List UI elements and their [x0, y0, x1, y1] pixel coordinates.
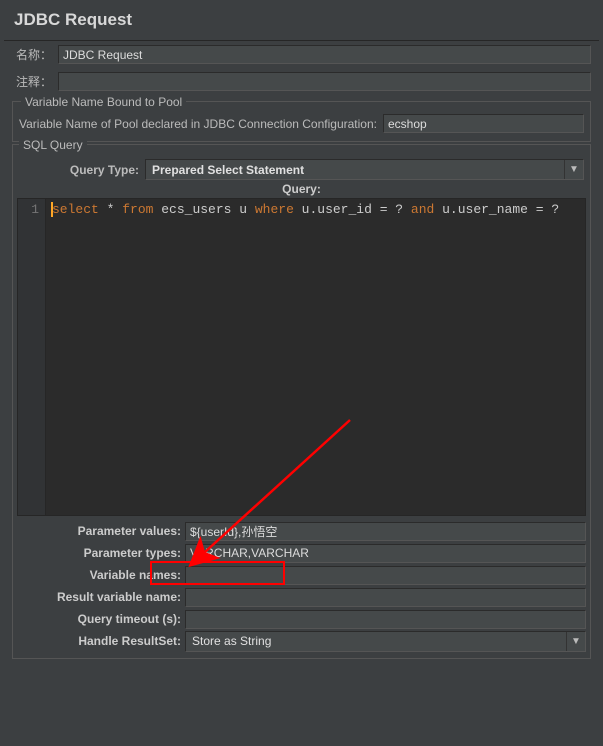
text-cursor — [51, 202, 53, 217]
pool-label: Variable Name of Pool declared in JDBC C… — [19, 117, 377, 131]
pool-legend: Variable Name Bound to Pool — [21, 95, 186, 109]
var-names-label: Variable names: — [17, 568, 185, 582]
sql-table: ecs_users u — [153, 202, 254, 217]
sql-keyword-select: select — [52, 202, 99, 217]
query-timeout-input[interactable] — [185, 610, 586, 629]
param-values-row: Parameter values: — [17, 520, 586, 542]
comment-label: 注释： — [16, 73, 52, 90]
query-type-row: Query Type: Prepared Select Statement ▼ — [17, 159, 586, 180]
query-label: Query: — [17, 180, 586, 198]
sql-editor[interactable]: 1 select * from ecs_users u where u.user… — [17, 198, 586, 516]
sql-cond1: u.user_id = ? — [294, 202, 411, 217]
sql-fieldset: SQL Query Query Type: Prepared Select St… — [12, 144, 591, 659]
param-types-row: Parameter types: — [17, 542, 586, 564]
handle-rs-label: Handle ResultSet: — [17, 634, 185, 648]
query-type-label: Query Type: — [19, 163, 139, 177]
pool-fieldset: Variable Name Bound to Pool Variable Nam… — [12, 101, 591, 142]
pool-name-input[interactable] — [383, 114, 584, 133]
result-var-input[interactable] — [185, 588, 586, 607]
comment-row: 注释： — [4, 68, 599, 95]
param-types-input[interactable] — [185, 544, 586, 563]
sql-keyword-from: from — [122, 202, 153, 217]
sql-legend: SQL Query — [19, 138, 87, 152]
chevron-down-icon[interactable]: ▼ — [564, 160, 583, 179]
name-input[interactable] — [58, 45, 591, 64]
sql-keyword-and: and — [411, 202, 434, 217]
query-timeout-label: Query timeout (s): — [17, 612, 185, 626]
line-number: 1 — [18, 202, 39, 217]
query-timeout-row: Query timeout (s): — [17, 608, 586, 630]
comment-input[interactable] — [58, 72, 591, 91]
sql-keyword-where: where — [255, 202, 294, 217]
result-var-label: Result variable name: — [17, 590, 185, 604]
name-label: 名称： — [16, 46, 52, 63]
param-values-input[interactable] — [185, 522, 586, 541]
handle-rs-combo[interactable]: Store as String ▼ — [185, 631, 586, 652]
query-type-combo[interactable]: Prepared Select Statement ▼ — [145, 159, 584, 180]
param-table: Parameter values: Parameter types: Varia… — [17, 520, 586, 652]
panel-title: JDBC Request — [4, 4, 599, 41]
handle-rs-row: Handle ResultSet: Store as String ▼ — [17, 630, 586, 652]
param-types-label: Parameter types: — [17, 546, 185, 560]
param-values-label: Parameter values: — [17, 524, 185, 538]
sql-star: * — [99, 202, 122, 217]
handle-rs-value: Store as String — [186, 634, 566, 648]
chevron-down-icon[interactable]: ▼ — [566, 632, 585, 651]
editor-content[interactable]: select * from ecs_users u where u.user_i… — [46, 199, 585, 515]
var-names-row: Variable names: — [17, 564, 586, 586]
query-type-value: Prepared Select Statement — [146, 163, 564, 177]
var-names-input[interactable] — [185, 566, 586, 585]
result-var-row: Result variable name: — [17, 586, 586, 608]
jdbc-request-panel: JDBC Request 名称： 注释： Variable Name Bound… — [0, 0, 603, 746]
editor-gutter: 1 — [18, 199, 46, 515]
sql-cond2: u.user_name = ? — [434, 202, 559, 217]
name-row: 名称： — [4, 41, 599, 68]
